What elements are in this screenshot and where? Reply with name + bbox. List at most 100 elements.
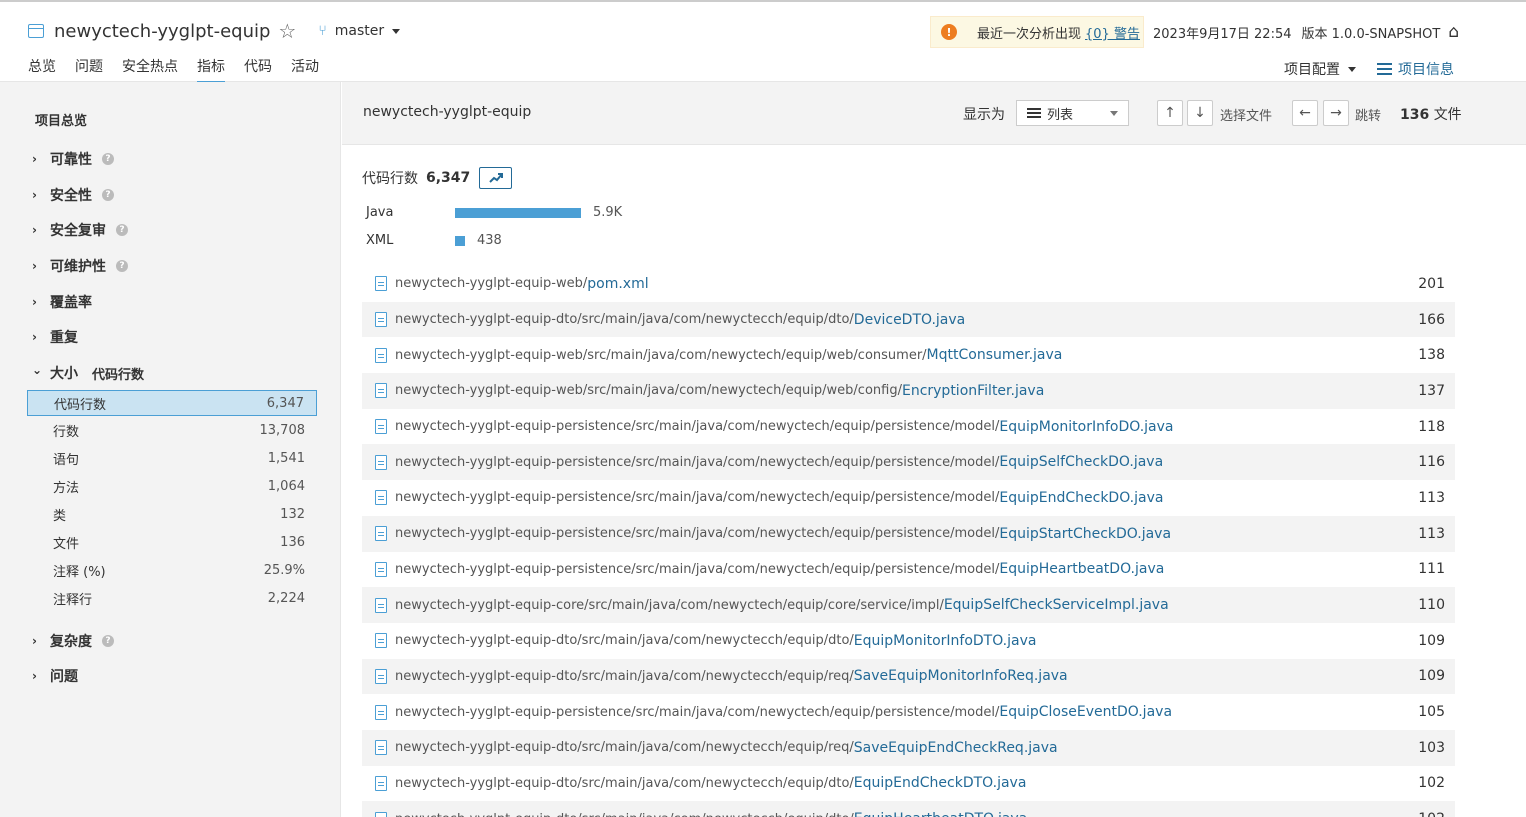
sidebar-category-0[interactable]: › 可靠性? <box>32 149 114 169</box>
file-row[interactable]: newyctech-yyglpt-equip-web/pom.xml 201 <box>362 266 1455 302</box>
file-name-link[interactable]: EquipEndCheckDO.java <box>999 490 1163 506</box>
file-dir: newyctech-yyglpt-equip-persistence/src/m… <box>395 419 1000 435</box>
help-icon[interactable]: ? <box>102 153 114 165</box>
chevron-right-icon: › <box>32 223 37 237</box>
file-name-link[interactable]: EquipStartCheckDO.java <box>999 526 1171 542</box>
sidebar-category-label: 可靠性 <box>50 152 92 168</box>
tab-0[interactable]: 总览 <box>28 57 56 84</box>
help-icon[interactable]: ? <box>116 224 128 236</box>
file-name-link[interactable]: EncryptionFilter.java <box>902 383 1044 399</box>
sidebar-category-label: 安全性 <box>50 188 92 204</box>
history-chart-button[interactable] <box>479 167 513 189</box>
project-info-label: 项目信息 <box>1398 62 1454 78</box>
sidebar-category-6[interactable]: ⌄ 大小 代码行数 <box>32 363 144 383</box>
branch-selector[interactable]: master <box>335 23 384 39</box>
file-row[interactable]: newyctech-yyglpt-equip-web/src/main/java… <box>362 337 1455 373</box>
file-name-link[interactable]: EquipHeartbeatDTO.java <box>854 811 1027 817</box>
file-icon <box>375 704 387 720</box>
sidebar-category-5[interactable]: › 重复 <box>32 327 78 347</box>
sidebar-category-7[interactable]: › 复杂度? <box>32 631 114 651</box>
display-mode-select[interactable]: 列表 <box>1016 100 1129 126</box>
home-icon[interactable]: ⌂ <box>1448 22 1459 42</box>
file-row[interactable]: newyctech-yyglpt-equip-persistence/src/m… <box>362 480 1455 516</box>
file-name-link[interactable]: SaveEquipMonitorInfoReq.java <box>854 668 1068 684</box>
help-icon[interactable]: ? <box>102 635 114 647</box>
file-row[interactable]: newyctech-yyglpt-equip-dto/src/main/java… <box>362 729 1455 766</box>
file-row[interactable]: newyctech-yyglpt-equip-persistence/src/m… <box>362 694 1455 730</box>
file-name-link[interactable]: EquipCloseEventDO.java <box>999 704 1172 720</box>
project-icon <box>28 24 44 38</box>
file-row[interactable]: newyctech-yyglpt-equip-web/src/main/java… <box>362 373 1455 409</box>
file-row[interactable]: newyctech-yyglpt-equip-persistence/src/m… <box>362 444 1455 481</box>
tab-5[interactable]: 活动 <box>291 57 319 84</box>
sidebar-category-label: 重复 <box>50 330 78 346</box>
file-name-link[interactable]: pom.xml <box>587 276 648 292</box>
help-icon[interactable]: ? <box>102 189 114 201</box>
display-as-label: 显示为 <box>963 107 1005 123</box>
breadcrumb[interactable]: newyctech-yyglpt-equip <box>363 104 531 120</box>
select-file-label: 选择文件 <box>1220 109 1273 124</box>
sidebar-category-2[interactable]: › 安全复审? <box>32 220 128 240</box>
chevron-down-icon[interactable] <box>392 28 401 34</box>
file-dir: newyctech-yyglpt-equip-dto/src/main/java… <box>395 740 854 756</box>
file-row[interactable]: newyctech-yyglpt-equip-dto/src/main/java… <box>362 623 1455 659</box>
file-path: newyctech-yyglpt-equip-persistence/src/m… <box>375 704 1172 720</box>
file-row[interactable]: newyctech-yyglpt-equip-dto/src/main/java… <box>362 301 1455 338</box>
file-name-link[interactable]: MqttConsumer.java <box>927 347 1063 363</box>
file-count-unit: 文件 <box>1433 107 1462 123</box>
file-row[interactable]: newyctech-yyglpt-equip-dto/src/main/java… <box>362 658 1455 695</box>
project-info-link[interactable]: 项目信息 <box>1377 59 1454 79</box>
sidebar-metric-4[interactable]: 类 132 <box>27 502 317 528</box>
project-name[interactable]: newyctech-yyglpt-equip <box>54 21 270 42</box>
file-loc-count: 102 <box>1418 811 1445 817</box>
tab-4[interactable]: 代码 <box>244 57 272 84</box>
sidebar-metric-3[interactable]: 方法 1,064 <box>27 474 317 500</box>
file-row[interactable]: newyctech-yyglpt-equip-persistence/src/m… <box>362 515 1455 552</box>
file-row[interactable]: newyctech-yyglpt-equip-persistence/src/m… <box>362 409 1455 445</box>
metric-label: 注释行 <box>53 592 93 608</box>
sidebar-metric-0[interactable]: 代码行数 6,347 <box>27 390 317 416</box>
file-icon <box>375 276 387 292</box>
file-row[interactable]: newyctech-yyglpt-equip-core/src/main/jav… <box>362 587 1455 623</box>
language-row: XML 438 <box>366 233 502 248</box>
arrow-left-button[interactable]: ← <box>1292 100 1318 126</box>
sidebar-metric-2[interactable]: 语句 1,541 <box>27 446 317 472</box>
arrow-down-button[interactable]: ↓ <box>1187 100 1213 126</box>
tab-1[interactable]: 问题 <box>75 57 103 84</box>
arrow-right-button[interactable]: → <box>1323 100 1349 126</box>
sidebar-category-label: 覆盖率 <box>50 295 92 311</box>
file-name-link[interactable]: DeviceDTO.java <box>854 312 965 328</box>
branch-icon: ⑂ <box>318 23 327 39</box>
sidebar-category-1[interactable]: › 安全性? <box>32 185 114 205</box>
main-toolbar: newyctech-yyglpt-equip 显示为 列表 ↑ ↓ 选择文件 ←… <box>342 82 1526 145</box>
file-name-link[interactable]: EquipHeartbeatDO.java <box>999 561 1164 577</box>
file-name-link[interactable]: SaveEquipEndCheckReq.java <box>854 740 1058 756</box>
file-name-link[interactable]: EquipSelfCheckServiceImpl.java <box>944 597 1169 613</box>
sidebar-metric-7[interactable]: 注释行 2,224 <box>27 585 317 611</box>
file-path: newyctech-yyglpt-equip-persistence/src/m… <box>375 490 1163 506</box>
favorite-star-icon[interactable]: ☆ <box>278 21 296 41</box>
tab-2[interactable]: 安全热点 <box>122 57 178 84</box>
file-name-link[interactable]: EquipMonitorInfoDO.java <box>999 419 1173 435</box>
help-icon[interactable]: ? <box>116 260 128 272</box>
sidebar-category-3[interactable]: › 可维护性? <box>32 256 128 276</box>
file-row[interactable]: newyctech-yyglpt-equip-dto/src/main/java… <box>362 766 1455 802</box>
warning-link[interactable]: {0} 警告 <box>1085 23 1140 42</box>
file-loc-count: 102 <box>1418 775 1445 792</box>
project-config-menu[interactable]: 项目配置 <box>1284 59 1356 79</box>
tab-3[interactable]: 指标 <box>197 57 225 84</box>
file-name-link[interactable]: EquipEndCheckDTO.java <box>854 775 1027 791</box>
sidebar-metric-1[interactable]: 行数 13,708 <box>27 418 317 444</box>
sidebar-category-8[interactable]: › 问题 <box>32 666 78 686</box>
metric-label: 方法 <box>53 481 80 497</box>
file-name-link[interactable]: EquipMonitorInfoDTO.java <box>854 633 1037 649</box>
sidebar-metric-6[interactable]: 注释 (%) 25.9% <box>27 557 317 583</box>
sidebar-metric-5[interactable]: 文件 136 <box>27 530 317 556</box>
file-row[interactable]: newyctech-yyglpt-equip-dto/src/main/java… <box>362 801 1455 817</box>
file-row[interactable]: newyctech-yyglpt-equip-persistence/src/m… <box>362 552 1455 588</box>
arrow-up-button[interactable]: ↑ <box>1157 100 1183 126</box>
language-name: Java <box>366 205 394 220</box>
sidebar-category-4[interactable]: › 覆盖率 <box>32 292 92 312</box>
list-icon <box>1027 108 1041 118</box>
file-name-link[interactable]: EquipSelfCheckDO.java <box>999 454 1163 470</box>
